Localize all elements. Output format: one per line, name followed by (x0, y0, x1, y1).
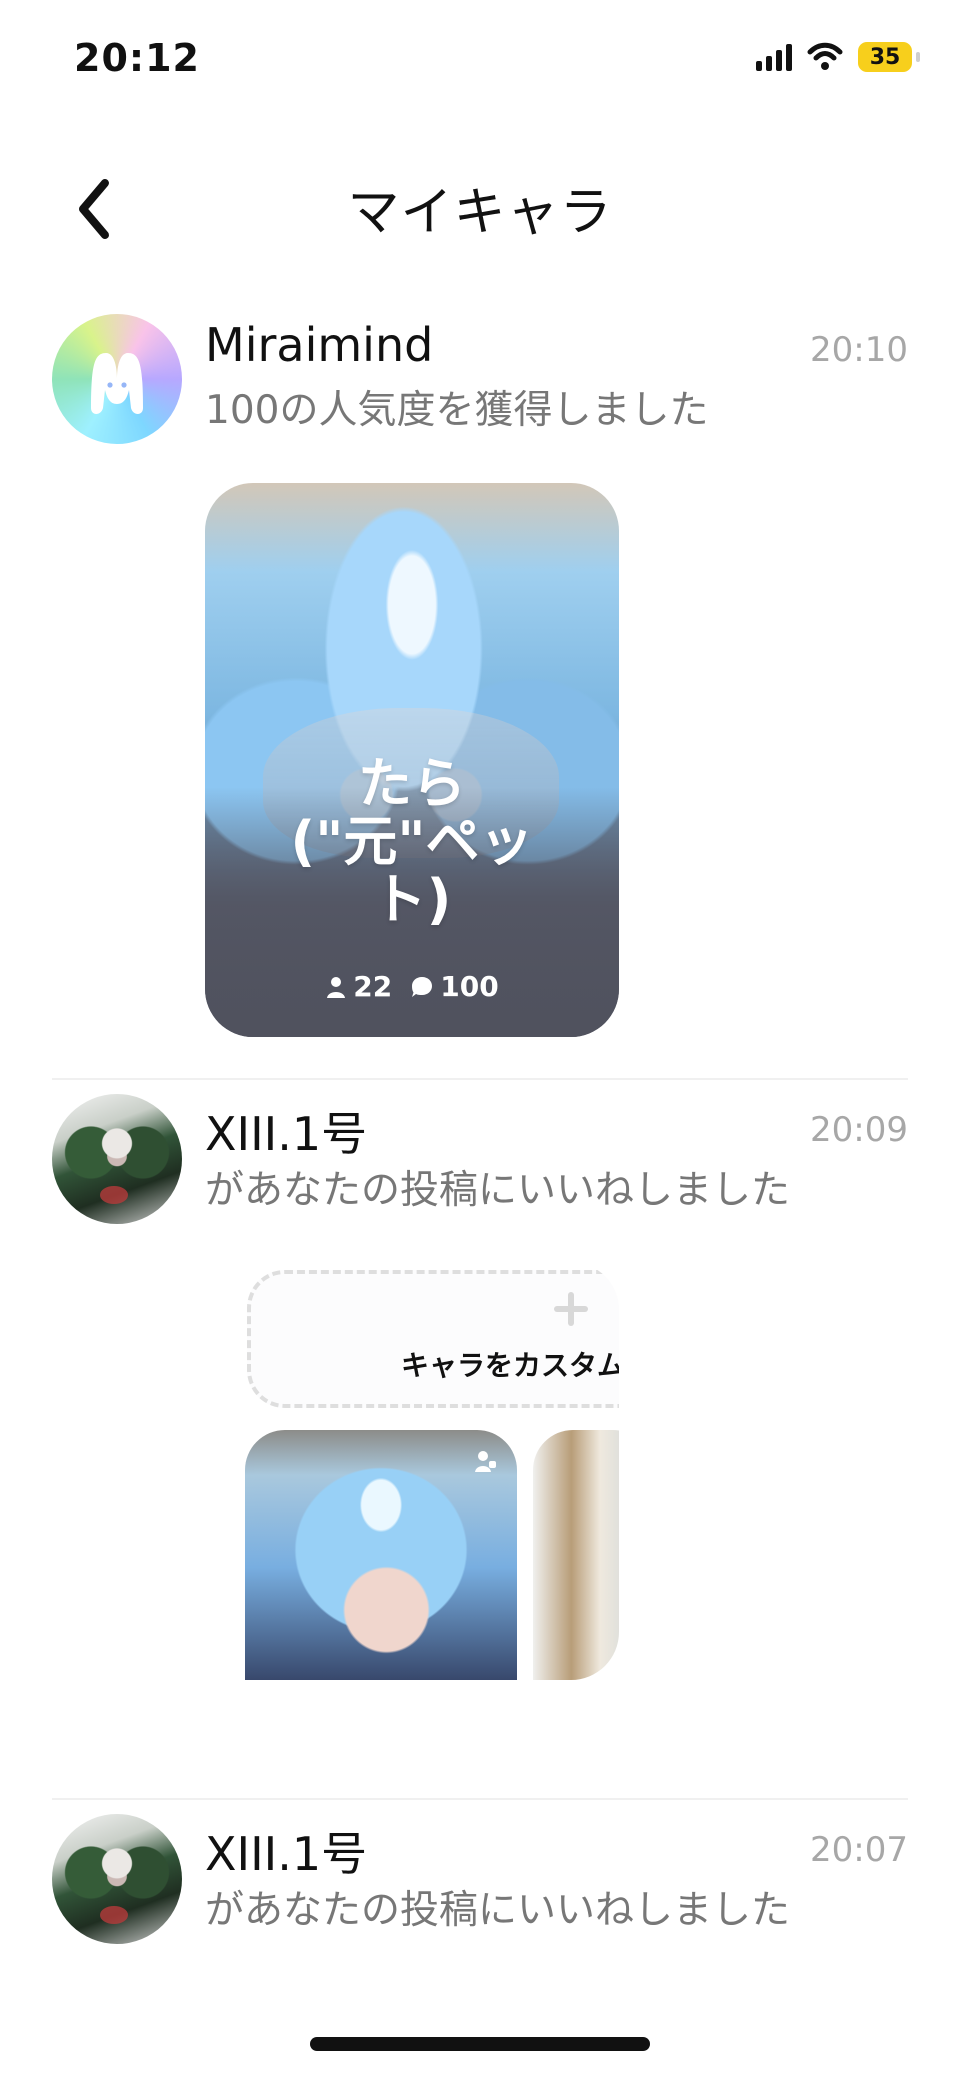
custom-character-panel: キャラをカスタムす (247, 1270, 619, 1408)
navigation-bar: マイキャラ (0, 150, 960, 260)
user-avatar[interactable] (52, 1814, 182, 1944)
custom-character-label: キャラをカスタムす (401, 1349, 619, 1382)
sender-name: XIII.1号 (205, 1107, 368, 1161)
plus-icon (554, 1292, 588, 1326)
character-card[interactable]: たら ("元"ペッ ト) 22 100 (205, 483, 619, 1037)
miraimind-avatar[interactable] (52, 314, 182, 444)
home-indicator (310, 2037, 650, 2051)
status-icons: 35 (756, 42, 920, 72)
signal-icon (756, 43, 792, 71)
notification-time: 20:07 (810, 1830, 908, 1870)
notification-message: 100の人気度を獲得しました (205, 388, 709, 433)
chat-bubble-icon (412, 976, 433, 997)
character-name: たら ("元"ペッ ト) (290, 752, 534, 931)
sender-name: Miraimind (205, 318, 434, 372)
comment-count: 100 (440, 970, 499, 1003)
wifi-icon (807, 42, 843, 70)
page-title: マイキャラ (347, 183, 613, 243)
miraimind-logo-icon (91, 353, 143, 414)
sender-name: XIII.1号 (205, 1827, 368, 1881)
notification-message: があなたの投稿にいいねしました (205, 1168, 791, 1213)
notification-message: があなたの投稿にいいねしました (205, 1888, 791, 1933)
preview-room-image (533, 1430, 619, 1680)
person-icon (327, 976, 346, 998)
notification-item[interactable]: XIII.1号 20:09 があなたの投稿にいいねしました キャラをカスタムす (0, 1080, 960, 1800)
status-time: 20:12 (74, 36, 200, 80)
follower-count: 22 (353, 970, 393, 1003)
preview-character-image (245, 1430, 517, 1680)
person-icon (475, 1451, 496, 1472)
battery-tip (916, 52, 920, 62)
notification-time: 20:09 (810, 1110, 908, 1150)
battery-icon: 35 (858, 42, 920, 72)
notification-time: 20:10 (810, 330, 908, 370)
status-bar: 20:12 35 (0, 0, 960, 120)
follower-stat: 22 (325, 970, 392, 1003)
card-stats: 22 100 (205, 970, 619, 1003)
notification-feed: Miraimind 20:10 100の人気度を獲得しました たら ("元"ペッ… (0, 300, 960, 2081)
user-avatar[interactable] (52, 1094, 182, 1224)
liked-post-preview[interactable]: キャラをカスタムす (205, 1262, 619, 1680)
notification-item[interactable]: Miraimind 20:10 100の人気度を獲得しました たら ("元"ペッ… (0, 300, 960, 1080)
battery-level: 35 (869, 44, 901, 70)
comment-stat: 100 (410, 970, 499, 1003)
